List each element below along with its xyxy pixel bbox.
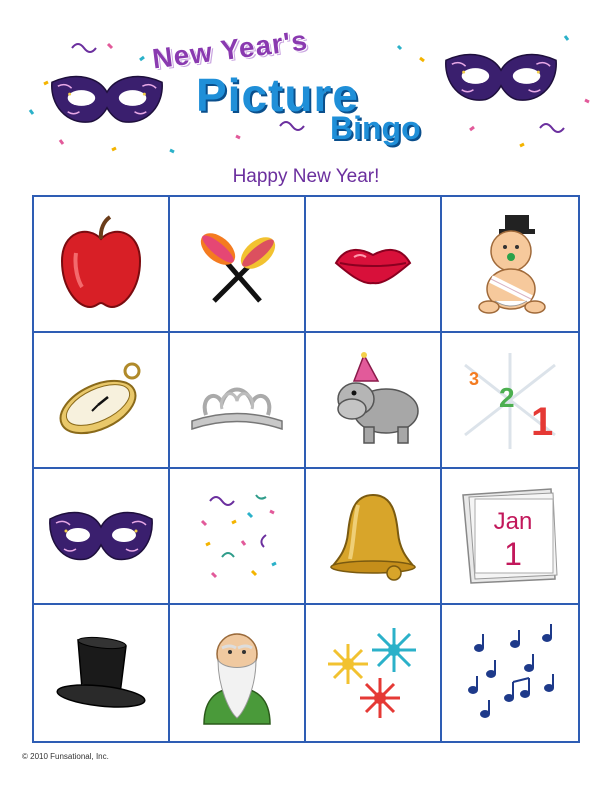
bell-icon xyxy=(330,493,416,581)
copyright-text: © 2010 Funsational, Inc. xyxy=(22,752,109,761)
page-subtitle: Happy New Year! xyxy=(232,166,380,187)
lips-icon xyxy=(334,249,412,285)
music-notes-icon xyxy=(468,624,554,718)
bingo-cell[interactable]: 3 2 1 xyxy=(442,333,578,469)
bingo-cell[interactable]: Jan 1 xyxy=(442,469,578,605)
bingo-cell[interactable] xyxy=(306,469,442,605)
father-time-icon xyxy=(203,633,271,725)
bingo-cell[interactable] xyxy=(306,333,442,469)
bingo-cell[interactable] xyxy=(170,605,306,741)
fireworks-icon xyxy=(328,628,416,718)
countdown-icon: 3 2 1 xyxy=(464,353,556,449)
calendar-month: Jan xyxy=(494,508,533,535)
title-line-3: Bingo xyxy=(330,110,421,146)
bingo-cell[interactable] xyxy=(34,197,170,333)
countdown-digit-1: 1 xyxy=(531,400,553,444)
bingo-cell[interactable] xyxy=(306,605,442,741)
maracas-icon xyxy=(200,233,276,303)
bingo-cell[interactable] xyxy=(34,605,170,741)
calendar-icon: Jan 1 xyxy=(462,488,558,584)
bingo-cell[interactable] xyxy=(442,605,578,741)
header: New Year's Picture Bingo xyxy=(0,0,612,160)
bingo-cell[interactable] xyxy=(442,197,578,333)
tiara-icon xyxy=(191,387,283,431)
baby-new-year-icon xyxy=(478,215,546,314)
bingo-cell[interactable] xyxy=(34,469,170,605)
countdown-digit-3: 3 xyxy=(469,369,479,389)
confetti-icon xyxy=(200,494,277,579)
bingo-cell[interactable] xyxy=(170,469,306,605)
bingo-cell[interactable] xyxy=(170,197,306,333)
bingo-cell[interactable] xyxy=(170,333,306,469)
countdown-digit-2: 2 xyxy=(499,382,515,413)
bingo-cell[interactable] xyxy=(34,333,170,469)
apple-icon xyxy=(60,215,142,309)
bingo-card: 3 2 1 Jan 1 xyxy=(32,195,580,743)
calendar-day: 1 xyxy=(504,536,522,572)
top-hat-icon xyxy=(56,636,146,708)
masquerade-mask-icon xyxy=(49,511,153,561)
pocket-watch-icon xyxy=(59,362,141,435)
hippo-party-hat-icon xyxy=(337,352,419,444)
bingo-cell[interactable] xyxy=(306,197,442,333)
